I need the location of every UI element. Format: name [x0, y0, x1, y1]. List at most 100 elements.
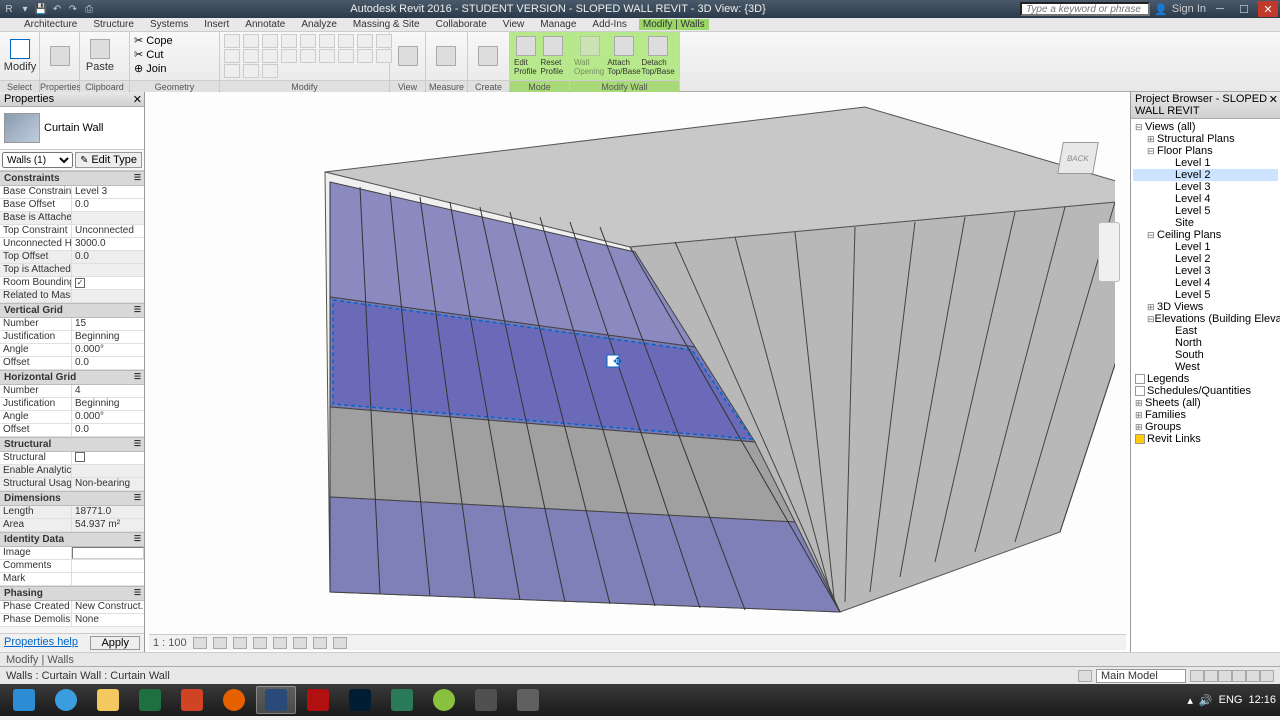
select-pinned-icon[interactable]: [1218, 670, 1232, 682]
section-dims[interactable]: Dimensions: [0, 491, 144, 506]
paste-button[interactable]: Paste: [84, 34, 116, 78]
shadows-icon[interactable]: [253, 637, 267, 649]
tab-collaborate[interactable]: Collaborate: [432, 19, 491, 30]
redo-icon[interactable]: ↷: [66, 2, 80, 16]
val-vangle[interactable]: 0.000°: [72, 344, 144, 356]
val-hjust[interactable]: Beginning: [72, 398, 144, 410]
val-unconn-h[interactable]: 3000.0: [72, 238, 144, 250]
minimize-button[interactable]: ─: [1210, 1, 1230, 17]
drag-icon[interactable]: [1246, 670, 1260, 682]
select-face-icon[interactable]: [1232, 670, 1246, 682]
tree-clevel4[interactable]: Level 4: [1133, 277, 1278, 289]
tree-groups[interactable]: ⊞Groups: [1133, 421, 1278, 433]
visual-style-icon[interactable]: [213, 637, 227, 649]
close-button[interactable]: ✕: [1258, 1, 1278, 17]
tab-manage[interactable]: Manage: [536, 19, 580, 30]
tree-level4[interactable]: Level 4: [1133, 193, 1278, 205]
crop-icon[interactable]: [293, 637, 307, 649]
main-model-select[interactable]: Main Model: [1096, 669, 1186, 683]
navigation-bar[interactable]: [1098, 222, 1120, 282]
m3[interactable]: [319, 49, 335, 63]
array-icon[interactable]: [300, 34, 316, 48]
m7[interactable]: [224, 64, 240, 78]
tree-clevel2[interactable]: Level 2: [1133, 253, 1278, 265]
hide-icon[interactable]: [313, 637, 327, 649]
tree-clevel1[interactable]: Level 1: [1133, 241, 1278, 253]
measure-btn[interactable]: [430, 34, 462, 78]
section-structural[interactable]: Structural: [0, 437, 144, 452]
tree-3dviews[interactable]: ⊞3D Views: [1133, 301, 1278, 313]
val-hnum[interactable]: 4: [72, 385, 144, 397]
tab-systems[interactable]: Systems: [146, 19, 192, 30]
sun-path-icon[interactable]: [233, 637, 247, 649]
tree-level2[interactable]: Level 2: [1133, 169, 1278, 181]
tab-insert[interactable]: Insert: [200, 19, 233, 30]
app-icon[interactable]: R: [2, 2, 16, 16]
worksets-icon[interactable]: [1078, 670, 1092, 682]
val-pdemo[interactable]: None: [72, 614, 144, 626]
tab-structure[interactable]: Structure: [89, 19, 138, 30]
select-underlay-icon[interactable]: [1204, 670, 1218, 682]
app-icon-1[interactable]: [382, 686, 422, 714]
view-btn[interactable]: [394, 34, 421, 78]
trim-icon[interactable]: [338, 34, 354, 48]
cut-button[interactable]: ✂ Cut: [134, 48, 215, 61]
align-icon[interactable]: [224, 49, 240, 63]
acrobat-icon[interactable]: [298, 686, 338, 714]
modify-tool[interactable]: Modify: [4, 34, 36, 78]
tree-ceiling-plans[interactable]: ⊟Ceiling Plans: [1133, 229, 1278, 241]
section-identity[interactable]: Identity Data: [0, 532, 144, 547]
scale-label[interactable]: 1 : 100: [153, 637, 187, 649]
val-comments[interactable]: [72, 560, 144, 572]
undo-icon[interactable]: ↶: [50, 2, 64, 16]
val-hoffset[interactable]: 0.0: [72, 424, 144, 436]
tree-clevel5[interactable]: Level 5: [1133, 289, 1278, 301]
tree-site[interactable]: Site: [1133, 217, 1278, 229]
revit-task-icon[interactable]: [256, 686, 296, 714]
tray-up-icon[interactable]: ▴: [1187, 694, 1193, 707]
tree-legends[interactable]: Legends: [1133, 373, 1278, 385]
reveal-icon[interactable]: [333, 637, 347, 649]
edit-profile-button[interactable]: Edit Profile: [514, 34, 539, 78]
section-hgrid[interactable]: Horizontal Grid: [0, 370, 144, 385]
save-icon[interactable]: 💾: [34, 2, 48, 16]
tab-analyze[interactable]: Analyze: [297, 19, 341, 30]
copy-icon[interactable]: [243, 34, 259, 48]
photoshop-icon[interactable]: [340, 686, 380, 714]
val-vnum[interactable]: 15: [72, 318, 144, 330]
val-hangle[interactable]: 0.000°: [72, 411, 144, 423]
m8[interactable]: [243, 64, 259, 78]
excel-icon[interactable]: [130, 686, 170, 714]
split-icon[interactable]: [357, 34, 373, 48]
m2[interactable]: [300, 49, 316, 63]
tree-views[interactable]: ⊟Views (all): [1133, 121, 1278, 133]
search-input[interactable]: [1020, 2, 1150, 16]
m5[interactable]: [357, 49, 373, 63]
open-icon[interactable]: ▾: [18, 2, 32, 16]
tab-modify-walls[interactable]: Modify | Walls: [639, 19, 709, 30]
detach-button[interactable]: Detach Top/Base: [642, 34, 674, 78]
move-gizmo-icon[interactable]: ✥: [607, 355, 622, 368]
val-room-bounding[interactable]: ✓: [72, 277, 144, 289]
reset-profile-button[interactable]: Reset Profile: [541, 34, 566, 78]
section-constraints[interactable]: Constraints: [0, 171, 144, 186]
tree-level5[interactable]: Level 5: [1133, 205, 1278, 217]
powerpoint-icon[interactable]: [172, 686, 212, 714]
tree-north[interactable]: North: [1133, 337, 1278, 349]
render-icon[interactable]: [273, 637, 287, 649]
properties-button[interactable]: [44, 34, 75, 78]
pin-icon[interactable]: [243, 49, 259, 63]
3d-model[interactable]: ✥: [155, 102, 1115, 642]
maximize-button[interactable]: ☐: [1234, 1, 1254, 17]
clock[interactable]: 12:16: [1248, 694, 1276, 706]
app-icon-3[interactable]: [466, 686, 506, 714]
val-top-constraint[interactable]: Unconnected: [72, 225, 144, 237]
type-selector[interactable]: Curtain Wall: [0, 107, 144, 150]
tab-addins[interactable]: Add-Ins: [588, 19, 630, 30]
filter-icon[interactable]: [1260, 670, 1274, 682]
apply-button[interactable]: Apply: [90, 636, 140, 650]
app-icon-4[interactable]: [508, 686, 548, 714]
val-base-constraint[interactable]: Level 3: [72, 186, 144, 198]
volume-icon[interactable]: 🔊: [1199, 694, 1213, 707]
val-mark[interactable]: [72, 573, 144, 585]
